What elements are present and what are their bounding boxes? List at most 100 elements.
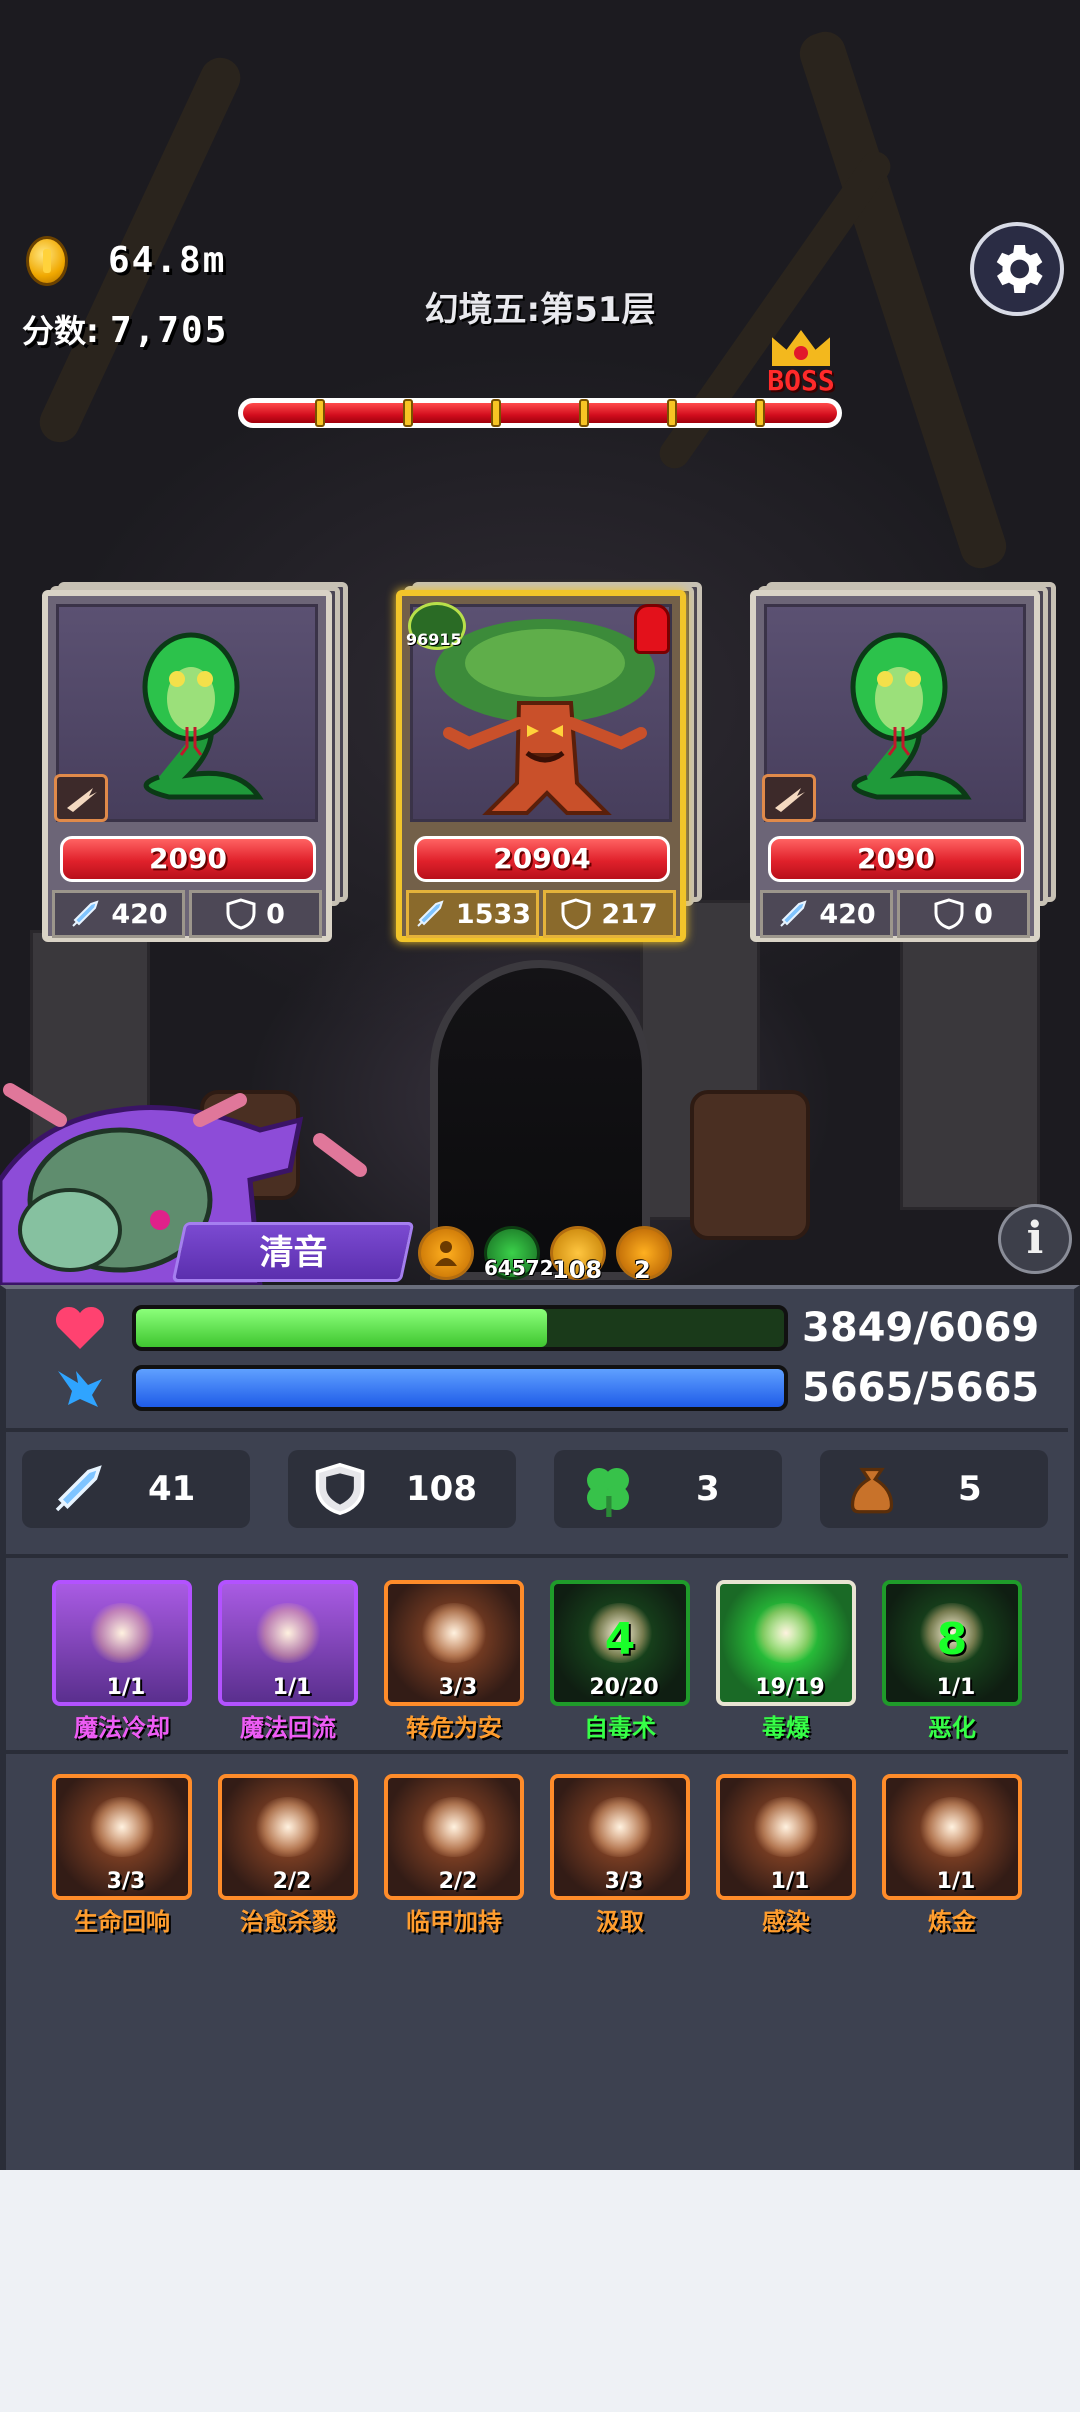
skill-icon: 3/3 [384,1580,524,1706]
barrel [690,1090,810,1240]
skill-glyph-icon [751,1797,821,1857]
skill-slot[interactable]: 3/3 生命回响 [52,1774,192,1936]
buff-poison-value: 64572 [484,1256,554,1280]
skill-slot[interactable]: 4 20/20 自毒术 [550,1580,690,1742]
enemy-hp-bar: 2090 [768,836,1024,882]
skill-name: 汲取 [596,1908,644,1936]
sword-icon [417,900,444,927]
buff-armor-value: 2 [634,1256,651,1284]
skill-count: 1/1 [106,1675,146,1700]
skill-count: 1/1 [936,1675,976,1700]
enemy-defense: 0 [189,890,322,938]
info-button[interactable]: i [998,1204,1072,1274]
skill-glyph-icon [585,1797,655,1857]
enemy-card-snake-right[interactable]: 2090 420 0 [750,582,1056,942]
skill-name: 感染 [762,1908,810,1936]
skill-slot[interactable]: 2/2 临甲加持 [384,1774,524,1936]
enemy-attack-value: 420 [819,898,876,930]
enemy-defense-value: 0 [266,898,285,930]
divider [6,1750,1068,1754]
enemy-skill-slash-icon [54,774,108,822]
skill-count: 1/1 [770,1869,810,1894]
skill-slot[interactable]: 1/1 炼金 [882,1774,1022,1936]
sword-icon [780,900,807,927]
enemy-skill-slash-icon [762,774,816,822]
skill-name: 魔法回流 [240,1714,336,1742]
skill-slot[interactable]: 8 1/1 恶化 [882,1580,1022,1742]
shield-icon [315,1462,365,1516]
skill-slot[interactable]: 1/1 魔法冷却 [52,1580,192,1742]
enemy-stats: 420 0 [760,890,1030,938]
shield-icon [934,898,964,930]
skill-icon: 1/1 [716,1774,856,1900]
skill-count: 19/19 [755,1675,825,1700]
card-face: 2090 420 0 [42,590,332,942]
skill-count: 2/2 [438,1869,478,1894]
skill-count: 3/3 [106,1869,146,1894]
skill-icon: 4 20/20 [550,1580,690,1706]
skill-name: 炼金 [928,1908,976,1936]
enemy-stats: 420 0 [52,890,322,938]
clover-icon [587,1468,629,1517]
skill-name: 治愈杀戮 [240,1908,336,1936]
skill-icon: 1/1 [52,1580,192,1706]
buff-shield-value: 108 [552,1256,603,1284]
enemy-hp-bar: 20904 [414,836,670,882]
skill-count: 3/3 [604,1869,644,1894]
mana-bird-icon [50,1362,110,1414]
wave-tick [755,399,765,427]
defense-stat[interactable]: 108 [288,1450,516,1528]
skill-stack-value: 4 [604,1614,636,1665]
enemy-defense-value: 0 [974,898,993,930]
enemy-card-snake-left[interactable]: 2090 420 0 [42,582,348,942]
card-face: 96915 20904 1533 217 [396,590,686,942]
hp-row: 3849/6069 [50,1302,1060,1354]
skill-name: 魔法冷却 [74,1714,170,1742]
hero-name-plate[interactable]: 清音 [171,1222,415,1282]
skill-name: 恶化 [928,1714,976,1742]
skill-glyph-icon [751,1603,821,1663]
battle-scene: 64.8m 分数: 7,705 幻境五:第51层 BOSS 2090 420 0… [0,0,1080,1285]
buff-hero-icon[interactable] [418,1226,474,1280]
divider [6,1428,1068,1432]
boss-badge-value: 96915 [406,630,462,649]
skill-slot[interactable]: 3/3 汲取 [550,1774,690,1936]
skill-glyph-icon [419,1797,489,1857]
skill-icon: 1/1 [218,1580,358,1706]
sword-icon [55,1465,102,1512]
attack-stat[interactable]: 41 [22,1450,250,1528]
skill-slot[interactable]: 19/19 毒爆 [716,1580,856,1742]
skill-glyph-icon [253,1797,323,1857]
hp-bar [132,1305,788,1351]
enemy-hp-bar: 2090 [60,836,316,882]
skill-name: 自毒术 [584,1714,656,1742]
enemy-card-tree-boss[interactable]: 96915 20904 1533 217 [396,582,702,942]
level-title: 幻境五:第51层 [424,290,656,330]
luck-stat[interactable]: 3 [554,1450,782,1528]
skill-glyph-icon [419,1603,489,1663]
skill-glyph-icon [917,1797,987,1857]
crown-gem [794,346,808,360]
skill-count: 1/1 [272,1675,312,1700]
enemy-attack-value: 420 [111,898,168,930]
enemy-attack: 1533 [406,890,539,938]
skill-slot[interactable]: 3/3 转危为安 [384,1580,524,1742]
skill-name: 临甲加持 [406,1908,502,1936]
shield-icon [226,898,256,930]
skill-slot[interactable]: 1/1 感染 [716,1774,856,1936]
bag-stat[interactable]: 5 [820,1450,1048,1528]
enemy-defense-value: 217 [601,898,658,930]
enemy-stats: 1533 217 [406,890,676,938]
coin-count: 64.8m [108,240,227,281]
skill-icon: 8 1/1 [882,1580,1022,1706]
mp-row: 5665/5665 [50,1362,1060,1414]
bag-value: 5 [958,1469,982,1509]
hp-bar-fill [136,1309,547,1347]
wave-tick [667,399,677,427]
skill-slot[interactable]: 1/1 魔法回流 [218,1580,358,1742]
skill-slot[interactable]: 2/2 治愈杀戮 [218,1774,358,1936]
heart-icon [50,1302,110,1354]
sword-icon [72,900,99,927]
skill-icon: 3/3 [52,1774,192,1900]
skill-row-1: 1/1 魔法冷却 1/1 魔法回流 3/3 转危为安 4 20/20 自毒术 19/19 毒爆 8 1/… [52,1580,1052,1742]
